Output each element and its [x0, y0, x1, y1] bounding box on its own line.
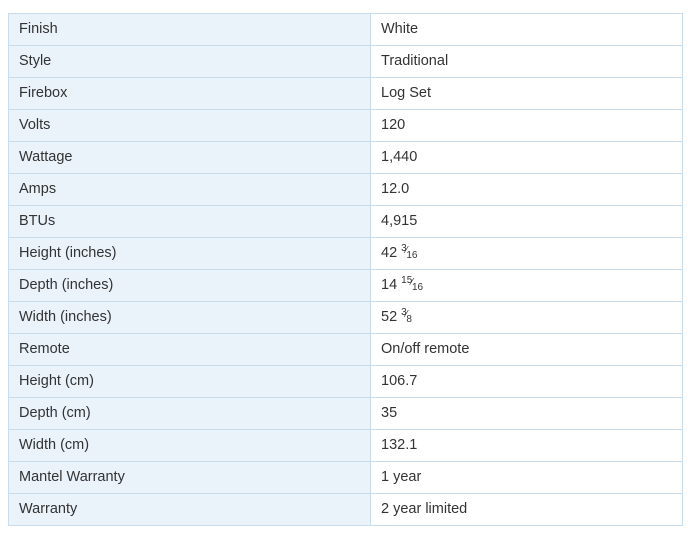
spec-value: 120	[370, 109, 683, 142]
spec-value: On/off remote	[370, 333, 683, 366]
table-row: Mantel Warranty 1 year	[8, 461, 683, 494]
table-row: Depth (cm) 35	[8, 397, 683, 430]
spec-label: Firebox	[8, 77, 371, 110]
fraction-numerator: 15	[401, 275, 413, 287]
spec-value: Traditional	[370, 45, 683, 78]
table-row: Warranty 2 year limited	[8, 493, 683, 526]
spec-value-fraction: 3⁄8	[401, 308, 412, 325]
spec-label: Height (cm)	[8, 365, 371, 398]
table-row: Height (cm) 106.7	[8, 365, 683, 398]
spec-value-fraction: 15⁄16	[401, 275, 423, 293]
spec-value: 35	[370, 397, 683, 430]
spec-label: Style	[8, 45, 371, 78]
table-row: Finish White	[8, 13, 683, 46]
spec-value-fraction: 3⁄16	[401, 244, 417, 261]
spec-label: Volts	[8, 109, 371, 142]
spec-label: Amps	[8, 173, 371, 206]
table-row: Remote On/off remote	[8, 333, 683, 366]
spec-label: BTUs	[8, 205, 371, 238]
spec-value: 42 3⁄16	[370, 237, 683, 270]
spec-label: Warranty	[8, 493, 371, 526]
spec-value: 106.7	[370, 365, 683, 398]
spec-label: Height (inches)	[8, 237, 371, 270]
spec-value: 4,915	[370, 205, 683, 238]
spec-label: Width (cm)	[8, 429, 371, 462]
spec-value: White	[370, 13, 683, 46]
spec-label: Depth (cm)	[8, 397, 371, 430]
fraction-denominator: 16	[411, 282, 424, 294]
table-row: Volts 120	[8, 109, 683, 142]
table-row: BTUs 4,915	[8, 205, 683, 238]
spec-value-whole: 52	[381, 309, 398, 326]
spec-value: 2 year limited	[370, 493, 683, 526]
table-row: Height (inches) 42 3⁄16	[8, 237, 683, 270]
spec-value: 1 year	[370, 461, 683, 494]
spec-value: Log Set	[370, 77, 683, 110]
spec-label: Wattage	[8, 141, 371, 174]
specifications-table: Finish White Style Traditional Firebox L…	[8, 13, 683, 526]
table-row: Width (cm) 132.1	[8, 429, 683, 462]
spec-value-whole: 14	[381, 277, 398, 294]
spec-value: 12.0	[370, 173, 683, 206]
fraction-denominator: 16	[406, 250, 418, 262]
spec-value: 132.1	[370, 429, 683, 462]
spec-label: Width (inches)	[8, 301, 371, 334]
fraction-denominator: 8	[406, 314, 412, 326]
table-row: Firebox Log Set	[8, 77, 683, 110]
table-row: Style Traditional	[8, 45, 683, 78]
spec-value: 1,440	[370, 141, 683, 174]
spec-label: Mantel Warranty	[8, 461, 371, 494]
table-row: Depth (inches) 14 15⁄16	[8, 269, 683, 302]
spec-label: Remote	[8, 333, 371, 366]
spec-label: Finish	[8, 13, 371, 46]
table-row: Width (inches) 52 3⁄8	[8, 301, 683, 334]
table-row: Wattage 1,440	[8, 141, 683, 174]
spec-value: 14 15⁄16	[370, 269, 683, 302]
specifications-table-body: Finish White Style Traditional Firebox L…	[8, 13, 683, 526]
spec-value-whole: 42	[381, 245, 398, 262]
spec-label: Depth (inches)	[8, 269, 371, 302]
table-row: Amps 12.0	[8, 173, 683, 206]
spec-value: 52 3⁄8	[370, 301, 683, 334]
